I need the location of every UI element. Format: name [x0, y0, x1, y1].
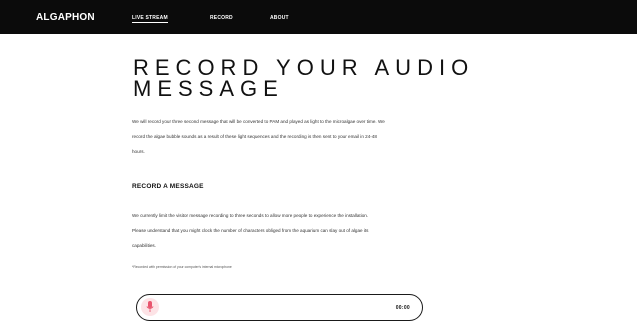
body-line: capabilities.: [132, 243, 157, 248]
recording-timer: 00:00: [395, 305, 410, 311]
record-button[interactable]: [141, 298, 159, 316]
intro-line: hours.: [132, 149, 145, 154]
intro-paragraph: We will record your three second message…: [132, 114, 522, 159]
intro-line: We will record your three second message…: [132, 119, 385, 124]
microphone-icon: [146, 301, 154, 312]
brand-logo[interactable]: ALGAPHON: [36, 12, 95, 23]
nav-record[interactable]: RECORD: [210, 15, 233, 21]
intro-line: record the algae bubble sounds as a resu…: [132, 134, 377, 139]
record-message-heading: RECORD A MESSAGE: [132, 183, 204, 190]
top-navigation-bar: ALGAPHON LIVE STREAM RECORD ABOUT: [0, 0, 637, 34]
body-line: Please understand that you might clock t…: [132, 228, 369, 233]
audio-recorder: 00:00: [136, 294, 423, 321]
body-line: We currently limit the visitor message r…: [132, 213, 369, 218]
nav-live-stream[interactable]: LIVE STREAM: [132, 15, 168, 23]
footnote: *Recorded with permission of your comput…: [132, 265, 232, 269]
nav-about[interactable]: ABOUT: [270, 15, 289, 21]
page-title: RECORD YOUR AUDIO MESSAGE: [133, 55, 475, 101]
